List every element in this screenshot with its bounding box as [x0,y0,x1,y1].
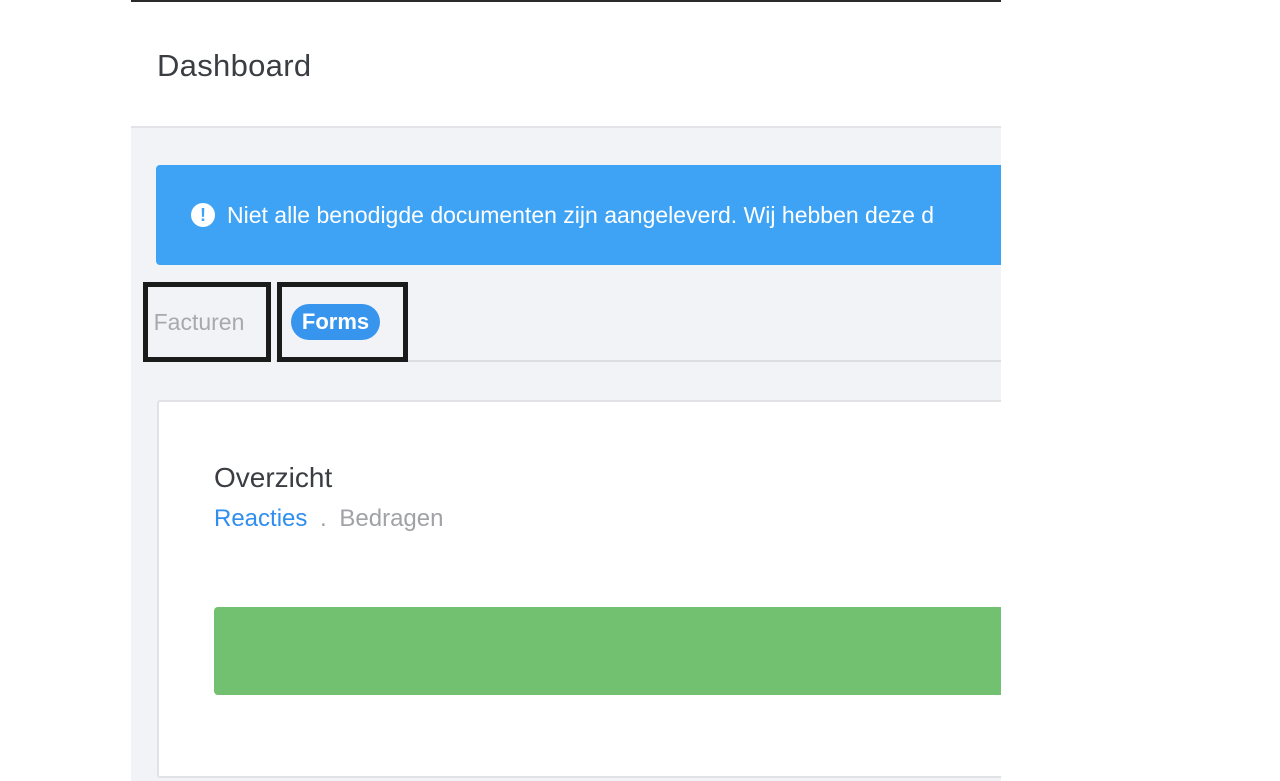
progress-bar [214,607,1001,695]
tab-forms-label: Forms [290,304,381,340]
exclamation-circle-icon: ! [191,203,215,227]
page-header: Dashboard [131,2,1001,128]
overview-card: Overzicht Reacties . Bedragen [157,400,1001,778]
info-alert: ! Niet alle benodigde documenten zijn aa… [156,165,1001,265]
card-subnav: Reacties . Bedragen [214,505,443,533]
link-bedragen[interactable]: Bedragen [339,505,443,532]
tab-facturen-label: Facturen [153,308,245,335]
tab-facturen[interactable]: Facturen [143,282,271,362]
link-reacties[interactable]: Reacties [214,505,307,532]
link-separator: . [320,505,327,532]
card-title: Overzicht [214,462,333,493]
page-title: Dashboard [157,48,312,83]
alert-text: Niet alle benodigde documenten zijn aang… [227,201,935,228]
main-content: ! Niet alle benodigde documenten zijn aa… [131,128,1001,781]
tab-forms[interactable]: Forms [277,282,408,362]
app-window: Dashboard ! Niet alle benodigde document… [131,0,1001,781]
tab-bar: Facturen Forms [131,278,1001,364]
